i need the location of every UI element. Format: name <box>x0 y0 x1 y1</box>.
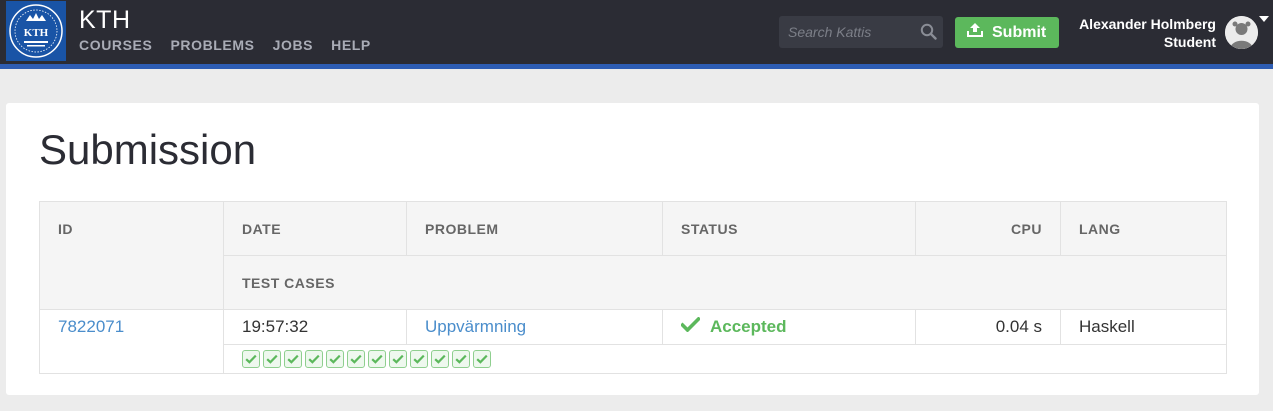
test-case-passed-icon[interactable] <box>410 350 428 368</box>
test-case-passed-icon[interactable] <box>263 350 281 368</box>
top-navbar: KTH KTH COURSES PROBLEMS JOBS HELP Submi… <box>0 0 1273 64</box>
col-header-lang: LANG <box>1060 201 1227 256</box>
test-case-passed-icon[interactable] <box>284 350 302 368</box>
test-case-passed-icon[interactable] <box>368 350 386 368</box>
col-header-id: ID <box>39 201 224 310</box>
col-header-problem: PROBLEM <box>406 201 663 256</box>
avatar[interactable] <box>1225 16 1258 49</box>
status-badge: Accepted <box>710 317 787 336</box>
check-icon <box>679 316 702 337</box>
submission-id-link[interactable]: 7822071 <box>58 317 124 336</box>
submit-label: Submit <box>992 23 1047 41</box>
search-input[interactable] <box>779 16 915 48</box>
submission-table: ID DATE PROBLEM STATUS CPU LANG TEST CAS… <box>39 201 1227 374</box>
main-nav: COURSES PROBLEMS JOBS HELP <box>79 37 371 53</box>
test-case-passed-icon[interactable] <box>326 350 344 368</box>
problem-link[interactable]: Uppvärmning <box>425 317 526 336</box>
test-case-passed-icon[interactable] <box>305 350 323 368</box>
col-header-cpu: CPU <box>915 201 1061 256</box>
col-header-date: DATE <box>223 201 407 256</box>
nav-help[interactable]: HELP <box>331 37 371 53</box>
table-row: 7822071 19:57:32 Uppvärmning Accepted 0.… <box>39 309 1227 374</box>
test-case-passed-icon[interactable] <box>473 350 491 368</box>
user-name: Alexander Holmberg <box>1079 16 1216 32</box>
brand-title[interactable]: KTH <box>79 6 131 35</box>
upload-icon <box>966 22 984 43</box>
submission-date: 19:57:32 <box>223 309 407 345</box>
test-cases-cell <box>223 344 1227 374</box>
nav-problems[interactable]: PROBLEMS <box>170 37 254 53</box>
submission-status-cell: Accepted <box>662 309 916 345</box>
test-case-passed-icon[interactable] <box>431 350 449 368</box>
search-icon[interactable] <box>920 23 937 45</box>
col-header-test-cases: TEST CASES <box>223 255 1227 310</box>
user-info[interactable]: Alexander Holmberg Student <box>1079 15 1216 51</box>
submit-button[interactable]: Submit <box>955 17 1059 48</box>
test-case-passed-icon[interactable] <box>242 350 260 368</box>
svg-text:KTH: KTH <box>24 27 49 39</box>
chevron-down-icon[interactable] <box>1259 16 1269 22</box>
test-case-passed-icon[interactable] <box>452 350 470 368</box>
submission-problem-cell: Uppvärmning <box>406 309 663 345</box>
nav-courses[interactable]: COURSES <box>79 37 152 53</box>
col-header-status: STATUS <box>662 201 916 256</box>
search-box <box>779 16 943 48</box>
submission-lang: Haskell <box>1060 309 1227 345</box>
test-case-list <box>242 350 1208 368</box>
user-role: Student <box>1163 34 1216 50</box>
page-title: Submission <box>39 126 257 173</box>
test-case-passed-icon[interactable] <box>389 350 407 368</box>
nav-jobs[interactable]: JOBS <box>273 37 314 53</box>
navbar-accent-stripe <box>0 64 1273 69</box>
submission-card: Submission ID DATE PROBLEM STATUS CPU LA… <box>6 103 1259 395</box>
test-case-passed-icon[interactable] <box>347 350 365 368</box>
kth-logo[interactable]: KTH <box>6 1 66 61</box>
submission-id-cell: 7822071 <box>39 309 224 374</box>
submission-cpu: 0.04 s <box>915 309 1061 345</box>
